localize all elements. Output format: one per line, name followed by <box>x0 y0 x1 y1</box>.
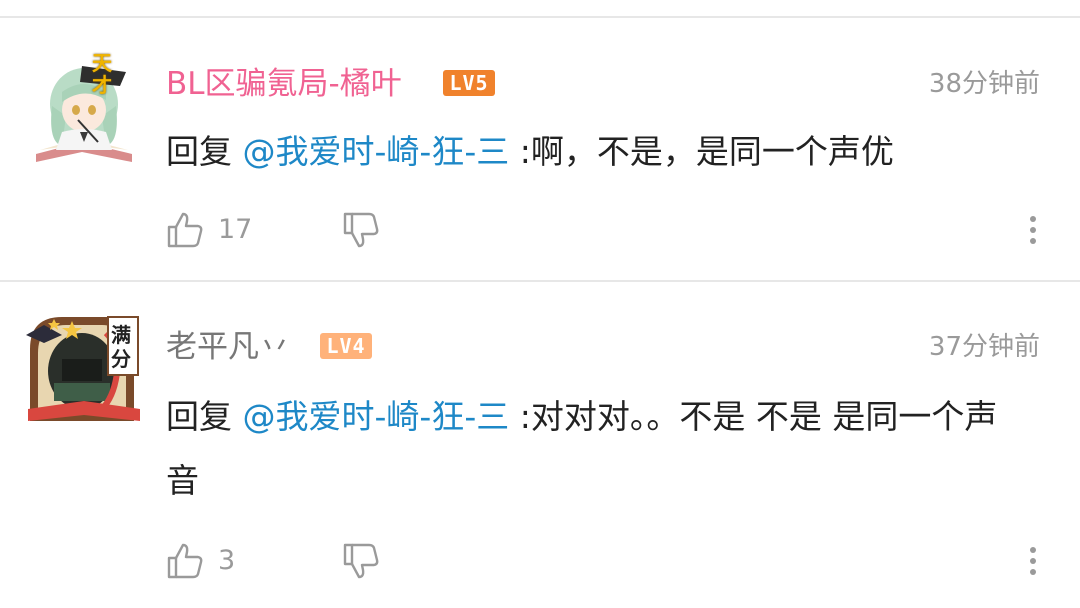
comment-list: 天才 BL区骗氪局-橘叶 LV5 38分钟前 回复 @我爱时-崎-狂-三 :啊，… <box>0 0 1080 608</box>
avatar[interactable]: 天才 <box>22 46 146 170</box>
like-button[interactable]: 17 <box>166 208 252 252</box>
thumbs-down-icon <box>343 212 379 248</box>
divider <box>0 16 1080 18</box>
more-vertical-icon[interactable] <box>1023 539 1043 583</box>
avatar-image <box>36 66 132 162</box>
comment-actions: 17 <box>166 208 1066 252</box>
mention-link[interactable]: @我爱时-崎-狂-三 <box>243 397 510 436</box>
thumbs-down-icon <box>343 543 379 579</box>
reply-prefix: 回复 <box>166 132 232 171</box>
avatar-badge-text: 满分 <box>111 323 131 371</box>
like-count: 3 <box>218 545 236 576</box>
comment-username[interactable]: 老平凡丷 <box>166 327 290 367</box>
level-badge: LV4 <box>320 333 372 359</box>
divider <box>0 280 1080 282</box>
mention-link[interactable]: @我爱时-崎-狂-三 <box>243 132 510 171</box>
dislike-button[interactable] <box>342 539 380 583</box>
thumbs-up-icon <box>167 543 203 579</box>
comment-timestamp: 38分钟前 <box>928 69 1040 99</box>
like-button[interactable]: 3 <box>166 539 235 583</box>
dislike-button[interactable] <box>342 208 380 252</box>
comment-content: 回复 @我爱时-崎-狂-三 :对对对。。不是 不是 是同一个声音 <box>166 385 1026 513</box>
more-vertical-icon[interactable] <box>1023 208 1043 252</box>
avatar[interactable]: 满分 <box>22 309 146 433</box>
thumbs-up-icon <box>167 212 203 248</box>
comment-content: 回复 @我爱时-崎-狂-三 :啊，不是，是同一个声优 <box>166 120 1026 184</box>
avatar-badge-text: 天才 <box>92 51 112 97</box>
comment-username[interactable]: BL区骗氪局-橘叶 <box>166 64 402 104</box>
reply-prefix: 回复 <box>166 397 232 436</box>
comment-timestamp: 37分钟前 <box>928 332 1040 362</box>
level-badge: LV5 <box>443 70 495 96</box>
comment-actions: 3 <box>166 539 1066 583</box>
comment-text: :啊，不是，是同一个声优 <box>519 132 894 171</box>
like-count: 17 <box>218 214 253 245</box>
